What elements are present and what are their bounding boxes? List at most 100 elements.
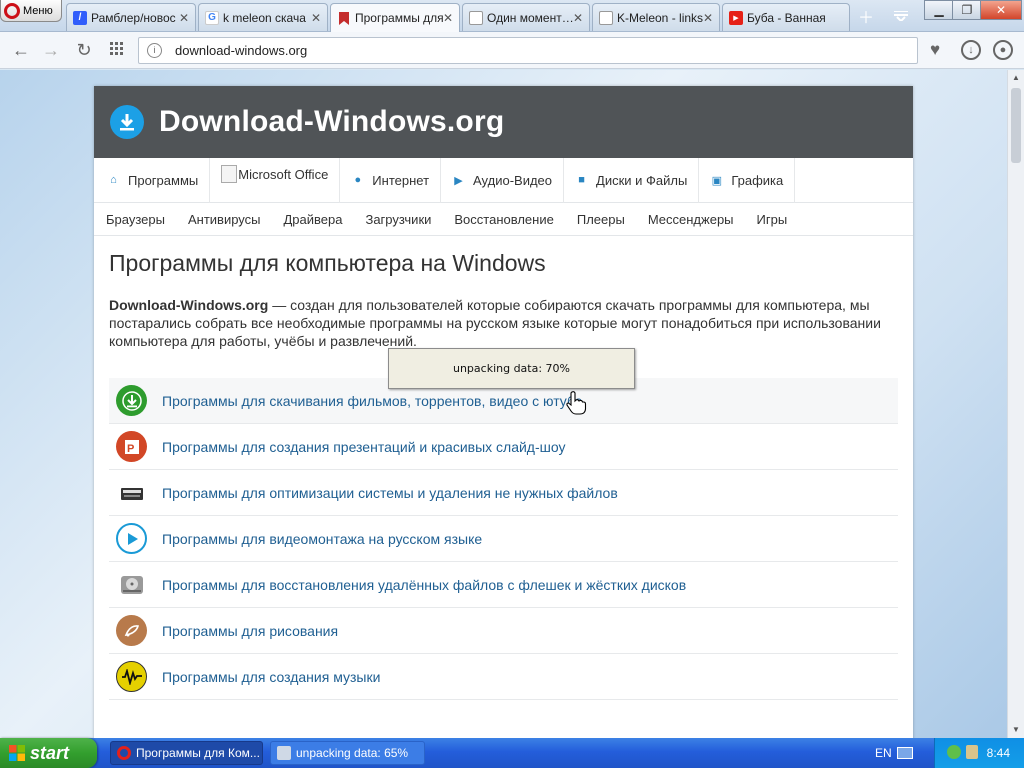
- url-input[interactable]: i download-windows.org: [138, 37, 918, 64]
- task-label: Программы для Ком...: [136, 746, 260, 760]
- intro-site-name: Download-Windows.org: [109, 297, 269, 313]
- home-icon: ⌂: [110, 174, 117, 186]
- bookmark-icon: [337, 11, 351, 25]
- tab-rambler[interactable]: / Рамблер/новос ✕: [66, 3, 196, 31]
- page-icon: [599, 10, 613, 25]
- tab-k-meleon[interactable]: K-Meleon - links ✕: [592, 3, 720, 31]
- site-logo-text[interactable]: Download-Windows.org: [159, 105, 504, 139]
- start-button[interactable]: start: [0, 738, 97, 768]
- list-item[interactable]: Программы для восстановления удалённых ф…: [109, 562, 898, 608]
- youtube-icon: ▶: [729, 10, 743, 25]
- scroll-up-icon[interactable]: ▲: [1008, 70, 1024, 86]
- download-logo-icon[interactable]: [110, 105, 144, 139]
- list-item[interactable]: Программы для рисования: [109, 608, 898, 654]
- subnav-browsers[interactable]: Браузеры: [106, 212, 165, 227]
- nav-audio-video[interactable]: ▶ Аудио-Видео: [441, 157, 565, 203]
- taskbar-item-opera[interactable]: Программы для Ком...: [110, 741, 263, 765]
- nav-programs[interactable]: ⌂ Программы: [96, 157, 211, 203]
- start-label: start: [30, 742, 70, 763]
- close-window-button[interactable]: ✕: [980, 0, 1022, 20]
- nav-microsoft-office[interactable]: Microsoft Office: [210, 157, 341, 203]
- subnav-messengers[interactable]: Мессенджеры: [648, 212, 734, 227]
- category-link[interactable]: Программы для создания презентаций и кра…: [162, 439, 566, 455]
- subnav-players[interactable]: Плееры: [577, 212, 625, 227]
- image-icon: ▣: [711, 174, 723, 187]
- page-title: Программы для компьютера на Windows: [109, 250, 546, 276]
- subnav-recovery[interactable]: Восстановление: [454, 212, 553, 227]
- nav-label: Диски и Файлы: [596, 172, 688, 188]
- taskbar-item-installer[interactable]: unpacking data: 65%: [270, 741, 425, 765]
- play-circle-icon: [116, 523, 147, 554]
- tab-youtube[interactable]: ▶ Буба - Ванная: [722, 3, 850, 31]
- google-icon: G: [205, 10, 219, 25]
- list-item[interactable]: P Программы для создания презентаций и к…: [109, 424, 898, 470]
- new-tab-button[interactable]: ＋: [855, 6, 877, 27]
- opera-menu-button[interactable]: Меню: [0, 0, 62, 22]
- url-text: download-windows.org: [175, 43, 308, 58]
- forward-icon[interactable]: →: [40, 40, 62, 60]
- tab-programs-active[interactable]: Программы для ✕: [330, 3, 460, 32]
- category-link[interactable]: Программы для рисования: [162, 623, 338, 639]
- reload-icon[interactable]: ↻: [73, 40, 95, 60]
- keyboard-icon[interactable]: [897, 747, 913, 759]
- category-list: Программы для скачивания фильмов, торрен…: [109, 378, 898, 700]
- tab-title: k meleon скача: [223, 10, 306, 25]
- close-tab-icon[interactable]: ✕: [703, 11, 713, 25]
- list-item[interactable]: Программы для создания музыки: [109, 654, 898, 700]
- site-header: Download-Windows.org: [94, 86, 913, 158]
- download-icon: [116, 385, 147, 416]
- page-icon: [469, 10, 483, 25]
- main-content: Программы для компьютера на Windows Down…: [94, 250, 913, 700]
- tab-menu-icon[interactable]: [890, 6, 912, 26]
- account-icon[interactable]: ●: [993, 40, 1013, 60]
- language-indicator[interactable]: EN: [875, 746, 892, 760]
- opera-logo-icon: [4, 2, 20, 19]
- scroll-down-icon[interactable]: ▼: [1008, 722, 1024, 738]
- heart-icon[interactable]: ♥: [924, 40, 946, 60]
- back-icon[interactable]: ←: [10, 40, 32, 60]
- nav-label: Интернет: [372, 172, 430, 188]
- tab-one-moment[interactable]: Один момент… ✕: [462, 3, 590, 31]
- category-link[interactable]: Программы для видеомонтажа на русском яз…: [162, 531, 482, 547]
- site-info-icon[interactable]: i: [147, 43, 162, 58]
- maximize-button[interactable]: ❐: [952, 0, 982, 20]
- close-tab-icon[interactable]: ✕: [311, 11, 321, 25]
- speed-dial-icon[interactable]: [106, 40, 128, 60]
- category-link[interactable]: Программы для скачивания фильмов, торрен…: [162, 393, 582, 409]
- nav-disks-files[interactable]: ■ Диски и Файлы: [564, 157, 700, 203]
- opera-icon: [117, 746, 131, 760]
- nav-graphics[interactable]: ▣ Графика: [699, 157, 796, 203]
- subnav-drivers[interactable]: Драйвера: [283, 212, 342, 227]
- nav-label: Аудио-Видео: [473, 172, 553, 188]
- address-bar: ← → ↻ i download-windows.org ♥ ↓ ●: [0, 32, 1024, 69]
- intro-paragraph: Download-Windows.org — создан для пользо…: [109, 296, 899, 350]
- nav-internet[interactable]: ● Интернет: [340, 157, 442, 203]
- tab-title: Один момент…: [487, 10, 574, 25]
- sub-nav: Браузеры Антивирусы Драйвера Загрузчики …: [94, 203, 913, 236]
- scrollbar-thumb[interactable]: [1011, 88, 1021, 163]
- list-item[interactable]: Программы для видеомонтажа на русском яз…: [109, 516, 898, 562]
- close-tab-icon[interactable]: ✕: [443, 11, 453, 25]
- category-link[interactable]: Программы для оптимизации системы и удал…: [162, 485, 618, 501]
- nav-label: Microsoft Office: [238, 166, 329, 182]
- popup-status-text: unpacking data: 70%: [452, 362, 571, 375]
- subnav-games[interactable]: Игры: [757, 212, 788, 227]
- tab-google[interactable]: G k meleon скача ✕: [198, 3, 328, 31]
- taskbar: start Программы для Ком... unpacking dat…: [0, 738, 1024, 768]
- volume-icon[interactable]: [966, 745, 978, 759]
- category-link[interactable]: Программы для создания музыки: [162, 669, 380, 685]
- rambler-icon: /: [73, 10, 87, 25]
- minimize-button[interactable]: ▁: [924, 0, 954, 20]
- page-scrollbar[interactable]: ▲ ▼: [1007, 70, 1024, 738]
- close-tab-icon[interactable]: ✕: [573, 11, 583, 25]
- close-tab-icon[interactable]: ✕: [179, 11, 189, 25]
- subnav-antivirus[interactable]: Антивирусы: [188, 212, 261, 227]
- paint-icon: [116, 615, 147, 646]
- globe-icon: ●: [354, 174, 362, 186]
- list-item[interactable]: Программы для оптимизации системы и удал…: [109, 470, 898, 516]
- download-icon[interactable]: ↓: [961, 40, 981, 60]
- network-icon[interactable]: [947, 745, 961, 759]
- subnav-downloaders[interactable]: Загрузчики: [365, 212, 431, 227]
- broken-image-icon: [221, 164, 238, 183]
- category-link[interactable]: Программы для восстановления удалённых ф…: [162, 577, 686, 593]
